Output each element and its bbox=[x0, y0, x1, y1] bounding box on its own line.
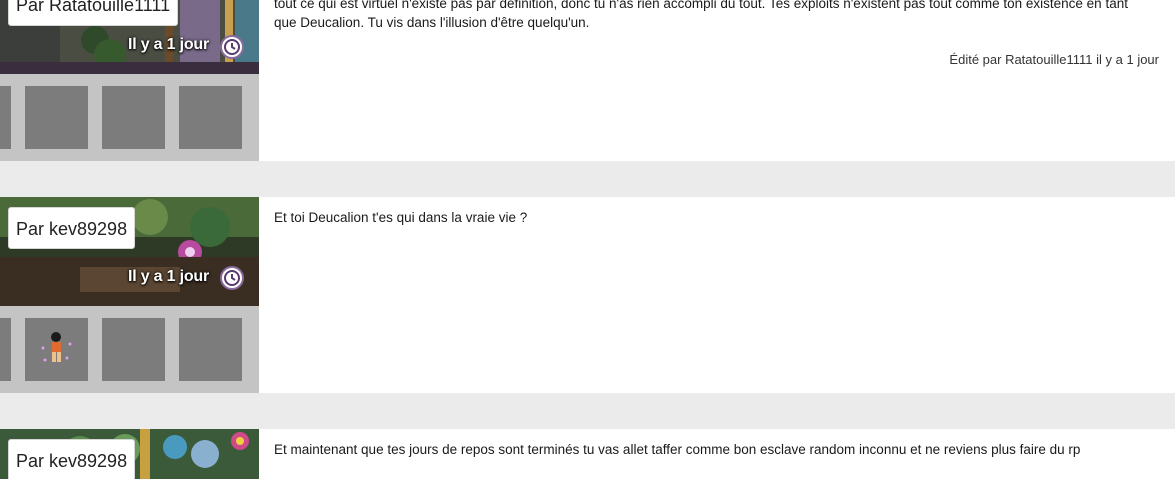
edit-note: Édité par Ratatouille1111 il y a 1 jour bbox=[949, 52, 1159, 67]
forum-post: Par Ratatouille1111 Il y a 1 jour tout c… bbox=[0, 0, 1175, 161]
author-name-tag[interactable]: Par kev89298 bbox=[8, 207, 136, 249]
author-name-tag[interactable]: Par kev89298 bbox=[8, 439, 136, 479]
badge-slot[interactable] bbox=[0, 318, 11, 381]
forum-post: Par kev89298 Il y a 1 jour Et toi Deucal… bbox=[0, 197, 1175, 393]
badge-slot[interactable] bbox=[102, 86, 165, 149]
post-message: tout ce qui est virtuel n'existe pas par… bbox=[274, 0, 1128, 30]
badge-figure-icon bbox=[41, 332, 72, 362]
author-name: Par kev89298 bbox=[16, 219, 128, 239]
badge-slot[interactable] bbox=[0, 86, 11, 149]
post-separator bbox=[0, 161, 1175, 197]
forum-post: Par kev89298 Et maintenant que tes jours… bbox=[0, 429, 1175, 479]
badge-slot[interactable] bbox=[179, 318, 242, 381]
badge-list bbox=[0, 306, 259, 393]
author-banner: Par Ratatouille1111 Il y a 1 jour bbox=[0, 0, 259, 74]
clock-icon bbox=[220, 35, 244, 59]
badge-slot[interactable] bbox=[25, 86, 88, 149]
post-author-panel: Par kev89298 Il y a 1 jour bbox=[0, 197, 259, 393]
author-banner: Par kev89298 Il y a 1 jour bbox=[0, 197, 259, 306]
badge-slot[interactable] bbox=[25, 318, 88, 381]
post-author-panel: Par kev89298 bbox=[0, 429, 259, 479]
post-time: Il y a 1 jour bbox=[128, 268, 209, 285]
post-message: Et toi Deucalion t'es qui dans la vraie … bbox=[274, 210, 528, 225]
badge-slot[interactable] bbox=[179, 86, 242, 149]
post-message: Et maintenant que tes jours de repos son… bbox=[274, 442, 1081, 457]
post-author-panel: Par Ratatouille1111 Il y a 1 jour bbox=[0, 0, 259, 161]
badge-slot[interactable] bbox=[102, 318, 165, 381]
author-name: Par Ratatouille1111 bbox=[16, 0, 171, 15]
clock-icon bbox=[220, 266, 244, 290]
badge-list bbox=[0, 74, 259, 161]
post-separator bbox=[0, 393, 1175, 429]
author-name-tag[interactable]: Par Ratatouille1111 bbox=[8, 0, 179, 26]
author-banner: Par kev89298 bbox=[0, 429, 259, 479]
post-time: Il y a 1 jour bbox=[128, 36, 209, 53]
author-name: Par kev89298 bbox=[16, 451, 128, 471]
